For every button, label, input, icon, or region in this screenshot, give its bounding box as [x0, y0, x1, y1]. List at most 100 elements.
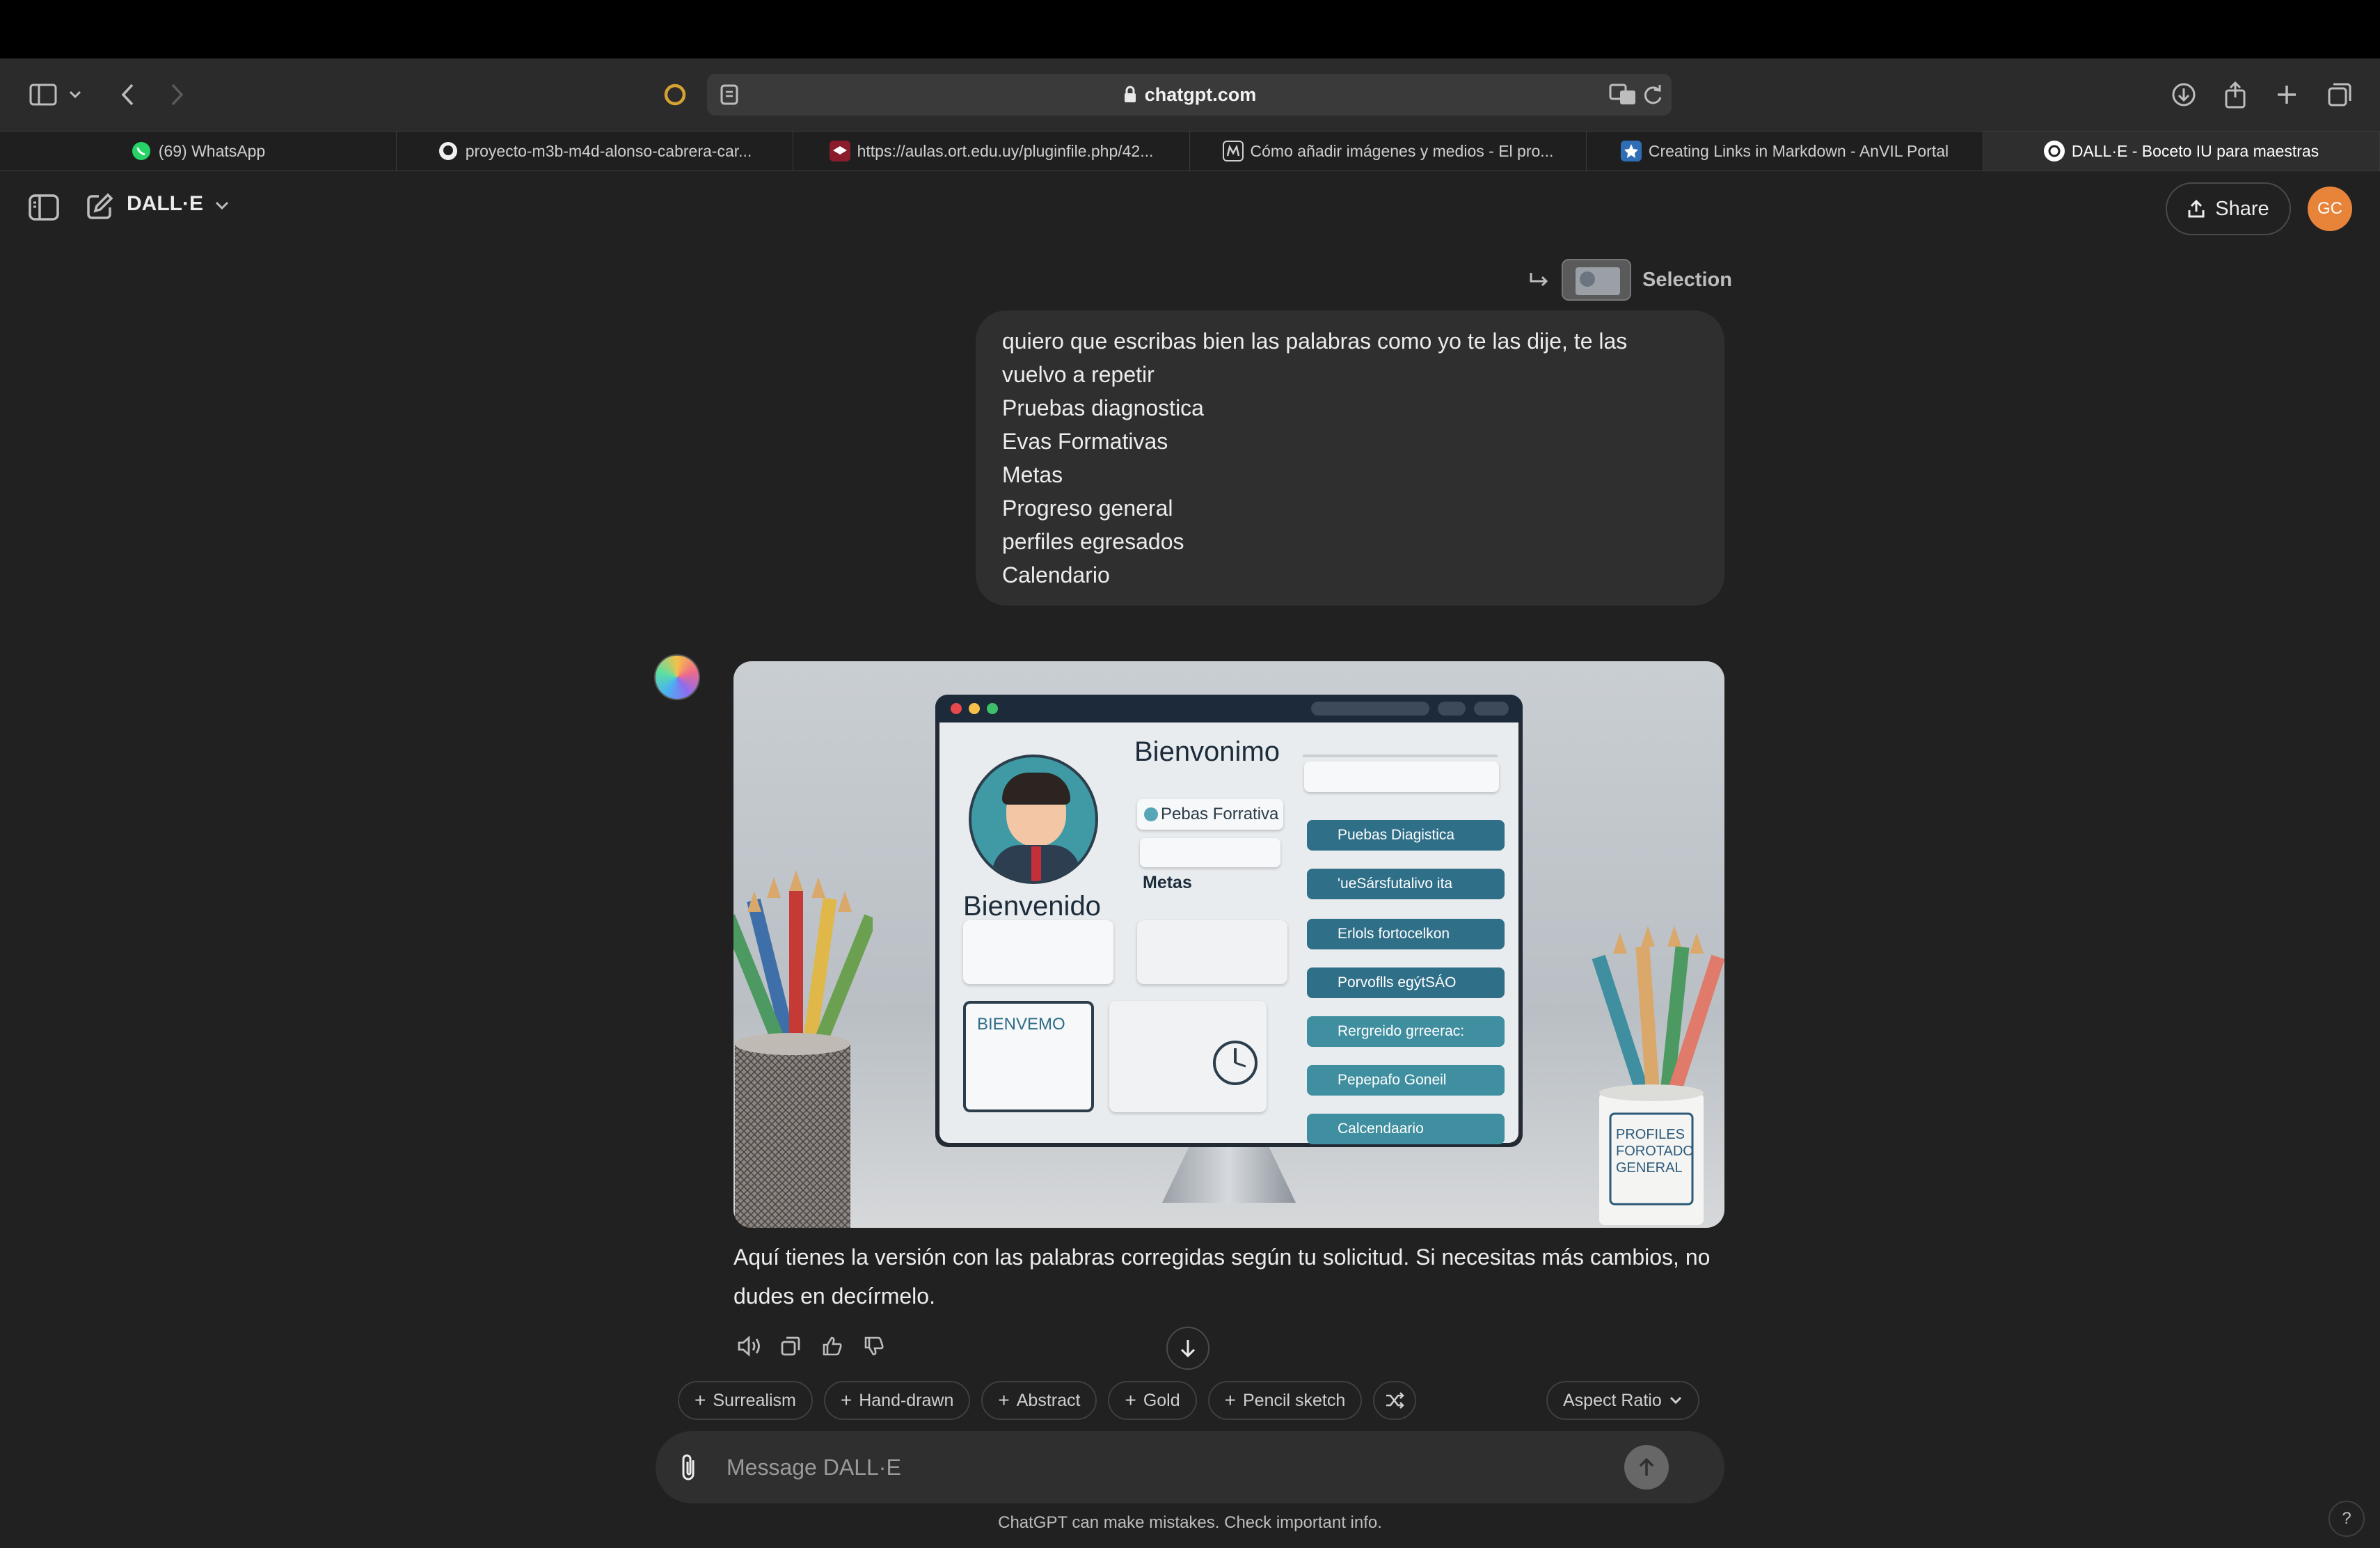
image-heading: Bienvonimo [1134, 736, 1280, 767]
menu-item-text: Pepepafo Goneil [1338, 1072, 1447, 1088]
tab-markdown-images[interactable]: Cómo añadir imágenes y medios - El pro..… [1190, 132, 1587, 171]
reload-icon[interactable] [1642, 84, 1663, 106]
menu-item-text: Porvoflls egýtSÁO [1338, 974, 1457, 990]
message-line: Calendario [1002, 562, 1110, 587]
github-icon [438, 141, 459, 161]
model-selector[interactable]: DALL·E [127, 192, 230, 216]
selection-reference[interactable]: Selection [1528, 258, 1732, 302]
upload-icon [2188, 199, 2205, 218]
chip-hand-drawn[interactable]: + Hand-drawn [823, 1381, 971, 1420]
disclaimer: ChatGPT can make mistakes. Check importa… [998, 1513, 1382, 1532]
send-button[interactable] [1624, 1445, 1669, 1490]
m-icon [1222, 141, 1244, 161]
mug-text: PROFILES FOROTADO GENERAL [1616, 1126, 1694, 1176]
card-text: BIENVEMO [977, 1015, 1065, 1034]
thumbs-down-icon[interactable] [859, 1331, 889, 1361]
menu-bar [0, 0, 2380, 58]
browser-toolbar: chatgpt.com [0, 58, 2380, 131]
chip-label: Gold [1143, 1390, 1180, 1410]
read-aloud-icon[interactable] [733, 1331, 764, 1361]
dalle-avatar [654, 654, 700, 700]
chip-label: Hand-drawn [859, 1390, 954, 1410]
message-input[interactable] [727, 1446, 1603, 1488]
downloads-icon[interactable] [2164, 75, 2203, 114]
message-line: Aquí tienes la versión con las palabras … [733, 1245, 1711, 1270]
copy-icon[interactable] [775, 1331, 806, 1361]
lock-icon [1124, 86, 1136, 102]
tab-label: (69) WhatsApp [158, 141, 266, 160]
openai-icon [2043, 141, 2065, 161]
tab-label: https://aulas.ort.edu.uy/pluginfile.php/… [857, 141, 1154, 160]
address-bar[interactable]: chatgpt.com [707, 74, 1672, 116]
message-line: vuelvo a repetir [1002, 362, 1155, 387]
new-tab-icon[interactable] [2267, 75, 2306, 114]
welcome-text: Bienvenido [963, 891, 1101, 922]
generated-image[interactable]: Bienvenido Bienvonimo Pebas Forrativa Me… [733, 661, 1724, 1228]
menu-item-text: Puebas Diagistica [1338, 827, 1455, 843]
chip-abstract[interactable]: + Abstract [981, 1381, 1097, 1420]
image-menu: Puebas Diagistica 'ueSársfutalivo ita Er… [1307, 820, 1523, 1144]
message-line: perfiles egresados [1002, 529, 1184, 554]
thumbs-up-icon[interactable] [817, 1331, 848, 1361]
message-line: quiero que escribas bien las palabras co… [1002, 329, 1628, 354]
user-message: quiero que escribas bien las palabras co… [976, 310, 1724, 606]
url-display[interactable]: chatgpt.com [707, 74, 1672, 116]
help-button[interactable]: ? [2329, 1501, 2365, 1537]
style-chips: + Surrealism + Hand-drawn + Abstract + Gold … [678, 1381, 1417, 1420]
plus-icon: + [998, 1389, 1010, 1411]
chip-pencil-sketch[interactable]: + Pencil sketch [1207, 1381, 1363, 1420]
tab-whatsapp[interactable]: (69) WhatsApp [0, 132, 397, 171]
tab-label: Cómo añadir imágenes y medios - El pro..… [1250, 141, 1554, 160]
url-text: chatgpt.com [1144, 84, 1257, 105]
new-chat-icon[interactable] [85, 192, 114, 221]
formativa-text: Pebas Forrativa [1161, 805, 1279, 823]
sidebar-open-icon[interactable] [28, 194, 60, 221]
mug-text-line: FOROTADO [1616, 1144, 1694, 1159]
translate-icon[interactable] [1609, 82, 1637, 107]
tab-bar: (69) WhatsApp proyecto-m3b-m4d-alonso-ca… [0, 131, 2380, 171]
tab-overview-icon[interactable] [2320, 75, 2359, 114]
arrow-down-icon [1180, 1340, 1196, 1358]
share-page-icon[interactable] [2216, 75, 2255, 114]
message-actions [733, 1331, 889, 1364]
tab-label: Creating Links in Markdown - AnVIL Porta… [1648, 141, 1949, 160]
back-icon[interactable] [109, 75, 148, 114]
metas-text: Metas [1143, 873, 1192, 892]
teacher-avatar [969, 755, 1098, 884]
plus-icon: + [840, 1389, 852, 1411]
tab-dalle[interactable]: DALL·E - Boceto IU para maestras [1983, 132, 2380, 171]
avatar[interactable]: GC [2308, 187, 2352, 231]
message-line: Pruebas diagnostica [1002, 395, 1204, 420]
aspect-ratio-label: Aspect Ratio [1563, 1390, 1662, 1410]
menu-item-text: Rergreido grreerac: [1338, 1023, 1465, 1039]
ort-icon [829, 141, 850, 161]
tab-anvil[interactable]: Creating Links in Markdown - AnVIL Porta… [1587, 132, 1983, 171]
mug-text-line: PROFILES [1616, 1127, 1685, 1142]
message-composer [656, 1431, 1724, 1503]
shuffle-button[interactable] [1373, 1381, 1417, 1420]
chevron-down-icon [1669, 1396, 1681, 1405]
shuffle-icon [1386, 1392, 1405, 1409]
tab-github[interactable]: proyecto-m3b-m4d-alonso-cabrera-car... [397, 132, 793, 171]
sidebar-toggle-icon[interactable] [24, 75, 63, 114]
tab-label: proyecto-m3b-m4d-alonso-cabrera-car... [465, 141, 752, 160]
extension-ring-icon[interactable] [656, 75, 695, 114]
chip-label: Pencil sketch [1242, 1390, 1346, 1410]
share-label: Share [2215, 197, 2269, 220]
arrow-up-icon [1639, 1458, 1654, 1476]
message-line: dudes en decírmelo. [733, 1284, 935, 1309]
chip-label: Abstract [1016, 1390, 1081, 1410]
aspect-ratio-selector[interactable]: Aspect Ratio [1546, 1381, 1699, 1420]
message-line: Evas Formativas [1002, 429, 1168, 454]
forward-icon[interactable] [157, 75, 196, 114]
share-button[interactable]: Share [2166, 182, 2291, 235]
chip-surrealism[interactable]: + Surrealism [678, 1381, 813, 1420]
plus-icon: + [1224, 1389, 1236, 1411]
scroll-to-bottom-button[interactable] [1166, 1327, 1209, 1370]
tab-label: DALL·E - Boceto IU para maestras [2071, 141, 2319, 160]
chevron-down-icon[interactable] [61, 75, 89, 114]
chip-gold[interactable]: + Gold [1108, 1381, 1197, 1420]
tab-aulas[interactable]: https://aulas.ort.edu.uy/pluginfile.php/… [793, 132, 1190, 171]
attach-icon[interactable] [678, 1452, 700, 1483]
message-line: Metas [1002, 462, 1063, 487]
